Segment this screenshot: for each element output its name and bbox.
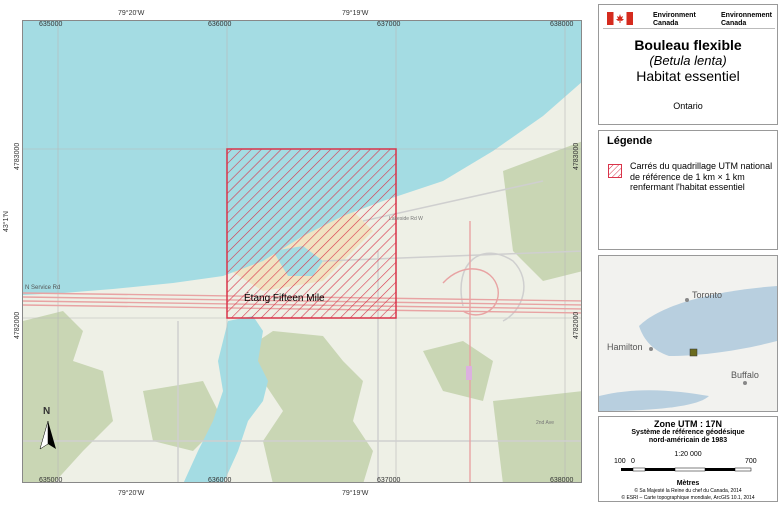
- title-common-name: Bouleau flexible: [634, 37, 742, 53]
- utm-zone: Zone UTM : 17N: [653, 419, 722, 429]
- inset-location-marker: [689, 348, 698, 357]
- right-northing-label: 4783000: [573, 142, 580, 170]
- gov-name-fr: Environnement Canada: [721, 12, 772, 27]
- bottom-longitude-label: 79°19'W: [342, 490, 369, 497]
- datum-line-1: Système de référence géodésique: [631, 429, 745, 436]
- bottom-easting-label: 637000: [377, 477, 401, 484]
- bottom-longitude-label: 79°20'W: [118, 490, 145, 497]
- top-easting-label: 638000: [550, 21, 574, 28]
- north-arrow-label: N: [43, 406, 51, 417]
- bottom-easting-label: 636000: [208, 477, 232, 484]
- top-easting-label: 637000: [377, 21, 401, 28]
- hamilton-dot: [649, 347, 653, 351]
- top-longitude-label: 79°19'W: [342, 10, 369, 17]
- pond-label: Étang Fifteen Mile: [244, 293, 325, 304]
- toronto-dot: [685, 298, 689, 302]
- lakeside-road-label: Lakeside Rd W: [389, 216, 423, 222]
- forest-area: [493, 391, 581, 482]
- main-map[interactable]: Étang Fifteen Mile N Service Rd Lakeside…: [22, 20, 582, 483]
- left-latitude-label: 43°1'N: [3, 211, 10, 232]
- side-panel: Environment Canada Environnement Canada …: [598, 4, 778, 502]
- inset-map-canvas[interactable]: [599, 256, 777, 411]
- region-label: Ontario: [673, 101, 703, 111]
- government-signature: Environment Canada Environnement Canada: [603, 9, 775, 29]
- title-box: Environment Canada Environnement Canada …: [598, 4, 778, 125]
- canada-flag-icon: [607, 12, 633, 25]
- legend-label: Carrés du quadrillage UTM national de ré…: [630, 161, 773, 192]
- bottom-easting-label: 638000: [550, 477, 574, 484]
- left-northing-label: 4783000: [14, 142, 21, 170]
- scale-tick-label: 0: [631, 458, 635, 465]
- scale-tick-label: 100: [614, 458, 626, 465]
- building: [466, 366, 472, 380]
- second-ave-label: 2nd Ave: [536, 420, 554, 426]
- inset-buffalo-label: Buffalo: [731, 370, 759, 380]
- top-easting-label: 636000: [208, 21, 232, 28]
- legend-hatch-swatch: [608, 164, 622, 178]
- top-easting-label: 635000: [39, 21, 63, 28]
- inset-toronto-label: Toronto: [692, 290, 723, 300]
- gov-name-en: Environment Canada: [653, 12, 696, 27]
- buffalo-dot: [743, 381, 747, 385]
- inset-map[interactable]: Toronto Hamilton Buffalo: [598, 255, 778, 412]
- legend-box: Légende Carrés du quadrillage UTM nation…: [598, 130, 778, 250]
- map-info-box: Zone UTM : 17N Système de référence géod…: [598, 416, 778, 502]
- title-latin-name: (Betula lenta): [649, 53, 727, 68]
- title-habitat: Habitat essentiel: [636, 68, 740, 84]
- inset-hamilton-label: Hamilton: [607, 342, 643, 352]
- bottom-easting-label: 635000: [39, 477, 63, 484]
- legend-title: Légende: [607, 135, 653, 147]
- service-road-label: N Service Rd: [25, 285, 61, 291]
- copyright-line-2: © ESRI – Carte topographique mondiale, A…: [621, 495, 755, 501]
- left-northing-label: 4782000: [14, 311, 21, 339]
- scale-tick-label: 700: [745, 458, 757, 465]
- copyright-line-1: © Sa Majesté la Reine du chef du Canada,…: [634, 488, 742, 494]
- top-longitude-label: 79°20'W: [118, 10, 145, 17]
- right-northing-label: 4782000: [573, 311, 580, 339]
- map-canvas[interactable]: [23, 21, 582, 483]
- scale-unit: Mètres: [676, 480, 700, 487]
- datum-line-2: nord-américain de 1983: [648, 437, 728, 444]
